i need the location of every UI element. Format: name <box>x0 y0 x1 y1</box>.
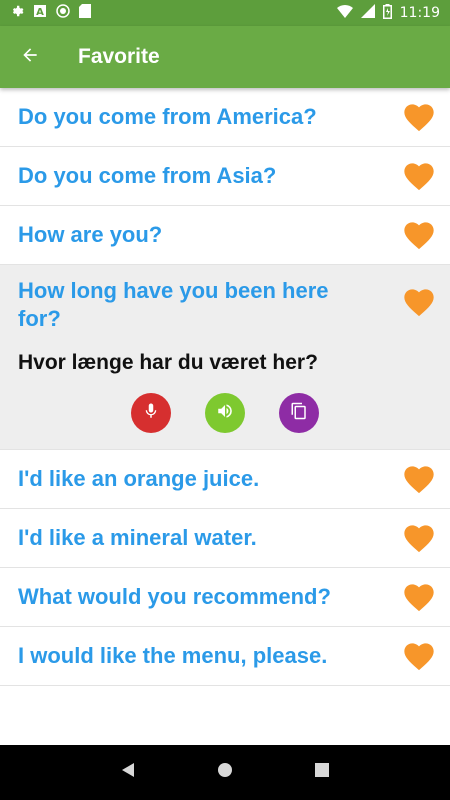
app-bar: Favorite <box>0 26 450 88</box>
microphone-button[interactable] <box>131 393 171 433</box>
microphone-icon <box>142 402 160 425</box>
phrase-text: How are you? <box>18 222 163 247</box>
phrase-text: I would like the menu, please. <box>18 643 328 668</box>
page-title: Favorite <box>78 45 160 68</box>
nav-back-button[interactable] <box>103 748 153 798</box>
heart-icon[interactable] <box>388 102 450 132</box>
list-item[interactable]: I'd like an orange juice. <box>0 450 450 509</box>
recents-square-icon <box>314 763 329 782</box>
heart-icon[interactable] <box>388 523 450 553</box>
gear-icon <box>10 4 24 23</box>
back-button[interactable] <box>0 26 60 88</box>
list-item-expanded[interactable]: How long have you been here for? Hvor læ… <box>0 265 450 450</box>
clock: 11:19 <box>399 5 440 21</box>
home-circle-icon <box>217 762 233 783</box>
battery-icon <box>382 3 392 23</box>
sd-card-icon <box>79 3 91 23</box>
phrase-text: I'd like a mineral water. <box>18 525 257 550</box>
arrow-left-icon <box>20 45 40 70</box>
back-triangle-icon <box>121 762 135 783</box>
copy-button[interactable] <box>279 393 319 433</box>
list-item[interactable]: How are you? <box>0 206 450 265</box>
phrase-text: I'd like an orange juice. <box>18 466 260 491</box>
phrase-actions <box>0 375 450 449</box>
translation-text: Hvor længe har du været her? <box>18 351 318 374</box>
wifi-icon <box>336 4 353 22</box>
nav-recents-button[interactable] <box>297 748 347 798</box>
status-bar: A 11:19 <box>0 0 450 26</box>
phrase-text: What would you recommend? <box>18 584 331 609</box>
circle-icon <box>56 3 70 23</box>
list-item[interactable]: What would you recommend? <box>0 568 450 627</box>
speaker-button[interactable] <box>205 393 245 433</box>
signal-icon <box>360 4 375 22</box>
phrase-text: Do you come from America? <box>18 104 317 129</box>
phrase-text: Do you come from Asia? <box>18 163 277 188</box>
svg-text:A: A <box>36 7 44 18</box>
speaker-icon <box>216 402 234 425</box>
phrase-text: How long have you been here for? <box>18 278 329 331</box>
heart-icon[interactable] <box>388 582 450 612</box>
list-item[interactable]: Do you come from America? <box>0 88 450 147</box>
favorites-list: Do you come from America? Do you come fr… <box>0 88 450 686</box>
heart-icon[interactable] <box>388 277 450 317</box>
a-icon: A <box>33 4 47 23</box>
copy-icon <box>290 402 308 425</box>
heart-icon[interactable] <box>388 220 450 250</box>
heart-icon[interactable] <box>388 641 450 671</box>
nav-home-button[interactable] <box>200 748 250 798</box>
heart-icon[interactable] <box>388 464 450 494</box>
heart-icon[interactable] <box>388 161 450 191</box>
list-item[interactable]: I'd like a mineral water. <box>0 509 450 568</box>
navigation-bar <box>0 745 450 800</box>
list-item[interactable]: I would like the menu, please. <box>0 627 450 686</box>
list-item[interactable]: Do you come from Asia? <box>0 147 450 206</box>
